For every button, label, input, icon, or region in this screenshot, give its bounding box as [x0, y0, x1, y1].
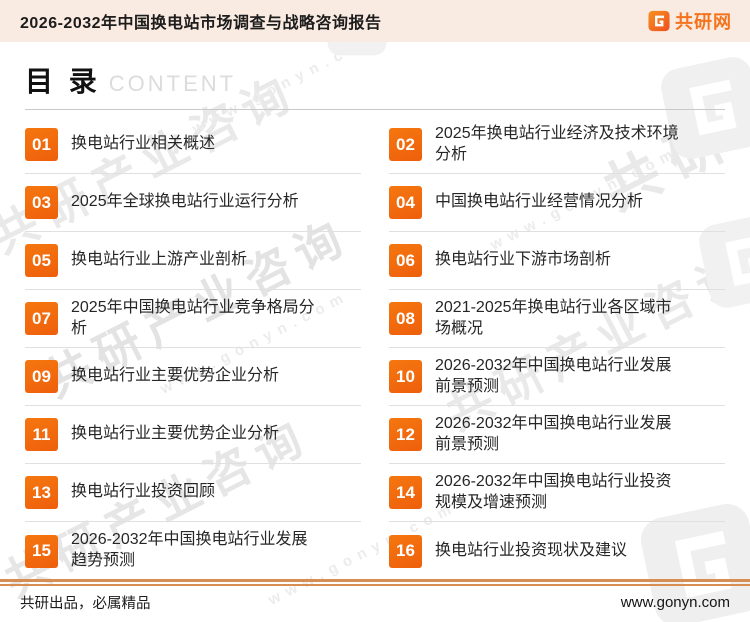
- toc-item-label: 2026-2032年中国换电站行业发展趋势预测: [71, 531, 308, 569]
- toc-list: 01 换电站行业相关概述 02 2025年换电站行业经济及技术环境分析 03 2…: [25, 116, 725, 580]
- toc-item-label: 换电站行业投资现状及建议: [435, 541, 628, 559]
- toc-item[interactable]: 04 中国换电站行业经营情况分析: [389, 174, 725, 232]
- toc-item-label: 换电站行业主要优势企业分析: [71, 367, 280, 385]
- toc-item[interactable]: 14 2026-2032年中国换电站行业投资规模及增速预测: [389, 464, 725, 522]
- gonyn-g-icon: [648, 10, 670, 32]
- footer-divider: [0, 579, 750, 586]
- toc-heading: 目 录 CONTENT: [25, 60, 725, 110]
- footer: 共研出品，必属精品 www.gonyn.com: [0, 579, 750, 622]
- toc-item-number: 11: [25, 418, 58, 451]
- brand-logo[interactable]: 共研网: [648, 8, 732, 34]
- toc-item-number: 16: [389, 534, 422, 568]
- toc-item-label: 换电站行业投资回顾: [71, 483, 216, 501]
- footer-slogan: 共研出品，必属精品: [20, 596, 151, 612]
- toc-item-number: 02: [389, 128, 422, 161]
- toc-item-label: 2026-2032年中国换电站行业投资规模及增速预测: [435, 472, 672, 511]
- toc-item-number: 04: [389, 186, 422, 219]
- toc-item[interactable]: 01 换电站行业相关概述: [25, 116, 361, 174]
- toc-item[interactable]: 10 2026-2032年中国换电站行业发展前景预测: [389, 348, 725, 406]
- toc-item[interactable]: 06 换电站行业下游市场剖析: [389, 232, 725, 290]
- brand-name: 共研网: [675, 12, 732, 32]
- toc-item-number: 03: [25, 186, 58, 219]
- toc-item-label: 中国换电站行业经营情况分析: [435, 193, 644, 211]
- toc-item[interactable]: 11 换电站行业主要优势企业分析: [25, 406, 361, 464]
- toc-item-label: 2025年换电站行业经济及技术环境分析: [435, 124, 679, 163]
- toc-item-number: 15: [25, 534, 58, 568]
- toc-item-label: 换电站行业主要优势企业分析: [71, 425, 280, 443]
- toc-item[interactable]: 08 2021-2025年换电站行业各区域市场概况: [389, 290, 725, 348]
- toc-item-number: 13: [25, 476, 58, 509]
- toc-item-number: 07: [25, 302, 58, 335]
- toc-item[interactable]: 12 2026-2032年中国换电站行业发展前景预测: [389, 406, 725, 464]
- toc-item-label: 2021-2025年换电站行业各区域市场概况: [435, 298, 672, 337]
- toc-item[interactable]: 13 换电站行业投资回顾: [25, 464, 361, 522]
- toc-item-label: 2025年中国换电站行业竞争格局分析: [71, 298, 315, 337]
- toc-item-label: 换电站行业上游产业剖析: [71, 251, 248, 269]
- toc-item-number: 14: [389, 476, 422, 509]
- toc-item[interactable]: 02 2025年换电站行业经济及技术环境分析: [389, 116, 725, 174]
- toc-item-number: 05: [25, 244, 58, 277]
- toc-item[interactable]: 09 换电站行业主要优势企业分析: [25, 348, 361, 406]
- toc-item-number: 06: [389, 244, 422, 277]
- toc-item-label: 2026-2032年中国换电站行业发展前景预测: [435, 414, 672, 453]
- toc-title-en: CONTENT: [108, 71, 237, 96]
- toc-item-number: 12: [389, 418, 422, 451]
- toc-item[interactable]: 07 2025年中国换电站行业竞争格局分析: [25, 290, 361, 348]
- toc-item[interactable]: 05 换电站行业上游产业剖析: [25, 232, 361, 290]
- toc-item-label: 2025年全球换电站行业运行分析: [71, 193, 299, 211]
- toc-item-number: 09: [25, 360, 58, 393]
- content-area: 目 录 CONTENT 01 换电站行业相关概述 02 2025年换电站行业经济…: [0, 60, 750, 580]
- footer-url[interactable]: www.gonyn.com: [621, 594, 730, 611]
- footer-bar: 共研出品，必属精品 www.gonyn.com: [0, 586, 750, 622]
- toc-item-number: 08: [389, 302, 422, 335]
- toc-item-number: 01: [25, 128, 58, 161]
- report-toc-page: 共研产业咨询 共研产业咨询 共研产业咨询 共研产业咨询 共研 www.gonyn…: [0, 0, 750, 622]
- header-bar: 2026-2032年中国换电站市场调查与战略咨询报告 共研网: [0, 0, 750, 42]
- report-title: 2026-2032年中国换电站市场调查与战略咨询报告: [20, 15, 382, 32]
- toc-title-zh: 目 录: [25, 66, 101, 97]
- toc-item-label: 换电站行业相关概述: [71, 135, 216, 153]
- toc-item[interactable]: 16 换电站行业投资现状及建议: [389, 522, 725, 580]
- toc-item[interactable]: 03 2025年全球换电站行业运行分析: [25, 174, 361, 232]
- toc-item-label: 换电站行业下游市场剖析: [435, 251, 612, 269]
- toc-item[interactable]: 15 2026-2032年中国换电站行业发展趋势预测: [25, 522, 361, 580]
- toc-item-number: 10: [389, 360, 422, 393]
- toc-item-label: 2026-2032年中国换电站行业发展前景预测: [435, 356, 672, 395]
